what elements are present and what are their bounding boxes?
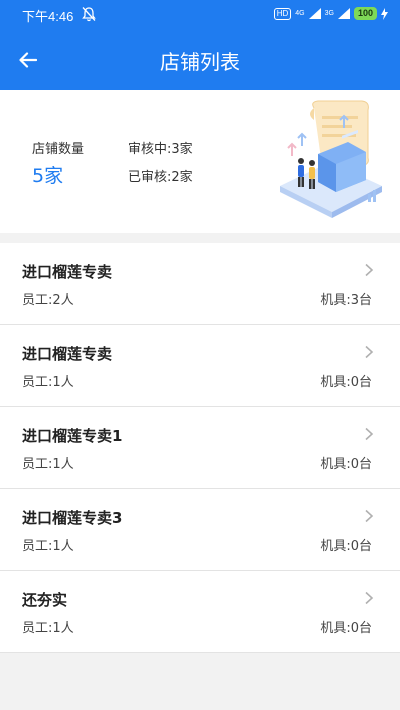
chevron-right-icon (365, 263, 374, 277)
store-staff-count: 员工:1人 (22, 457, 74, 472)
store-staff-count: 员工:1人 (22, 375, 74, 390)
store-name: 进口榴莲专卖 (22, 263, 113, 281)
store-list-item[interactable]: 进口榴莲专卖3 员工:1人 机具:0台 (0, 489, 400, 571)
status-indicators: HD 4G 3G 100 (273, 7, 388, 20)
signal-icon (308, 8, 321, 19)
store-name: 进口榴莲专卖 (22, 345, 113, 363)
hd-badge: HD (273, 7, 292, 20)
signal-icon (337, 8, 350, 19)
chevron-right-icon (365, 509, 374, 523)
store-name: 还夯实 (22, 591, 68, 609)
charging-icon (381, 7, 388, 20)
pending-review-count: 审核中:3家 (128, 142, 193, 157)
store-machine-count: 机具:0台 (320, 457, 372, 472)
status-bar: 下午4:46 HD 4G 3G 100 (0, 0, 400, 30)
store-list-item[interactable]: 进口榴莲专卖1 员工:1人 机具:0台 (0, 407, 400, 489)
battery-indicator: 100 (353, 7, 377, 20)
bell-off-icon (82, 7, 96, 22)
network-4g-label: 4G (295, 9, 305, 17)
store-staff-count: 员工:1人 (22, 539, 74, 554)
store-illustration (280, 100, 382, 218)
store-staff-count: 员工:2人 (22, 293, 74, 308)
store-count-label: 店铺数量 (32, 142, 85, 157)
store-machine-count: 机具:0台 (320, 375, 372, 390)
approved-count: 已审核:2家 (128, 170, 193, 185)
store-list-item[interactable]: 进口榴莲专卖 员工:1人 机具:0台 (0, 325, 400, 407)
store-staff-count: 员工:1人 (22, 621, 74, 636)
store-machine-count: 机具:0台 (320, 539, 372, 554)
store-list-item[interactable]: 进口榴莲专卖 员工:2人 机具:3台 (0, 243, 400, 325)
nav-bar: 店铺列表 (0, 30, 400, 90)
store-name: 进口榴莲专卖3 (22, 509, 123, 527)
chevron-right-icon (365, 591, 374, 605)
network-3g-label: 3G (324, 9, 334, 17)
store-name: 进口榴莲专卖1 (22, 427, 123, 445)
store-count-value: 5家 (32, 165, 64, 187)
store-machine-count: 机具:0台 (320, 621, 372, 636)
store-summary: 店铺数量 5家 审核中:3家 已审核:2家 (0, 90, 400, 233)
store-machine-count: 机具:3台 (320, 293, 372, 308)
status-time: 下午4:46 (22, 9, 74, 24)
page-title: 店铺列表 (160, 50, 240, 74)
chevron-right-icon (365, 345, 374, 359)
store-list-item[interactable]: 还夯实 员工:1人 机具:0台 (0, 571, 400, 653)
chevron-right-icon (365, 427, 374, 441)
store-list: 进口榴莲专卖 员工:2人 机具:3台 进口榴莲专卖 员工:1人 机具:0台 进口… (0, 243, 400, 653)
